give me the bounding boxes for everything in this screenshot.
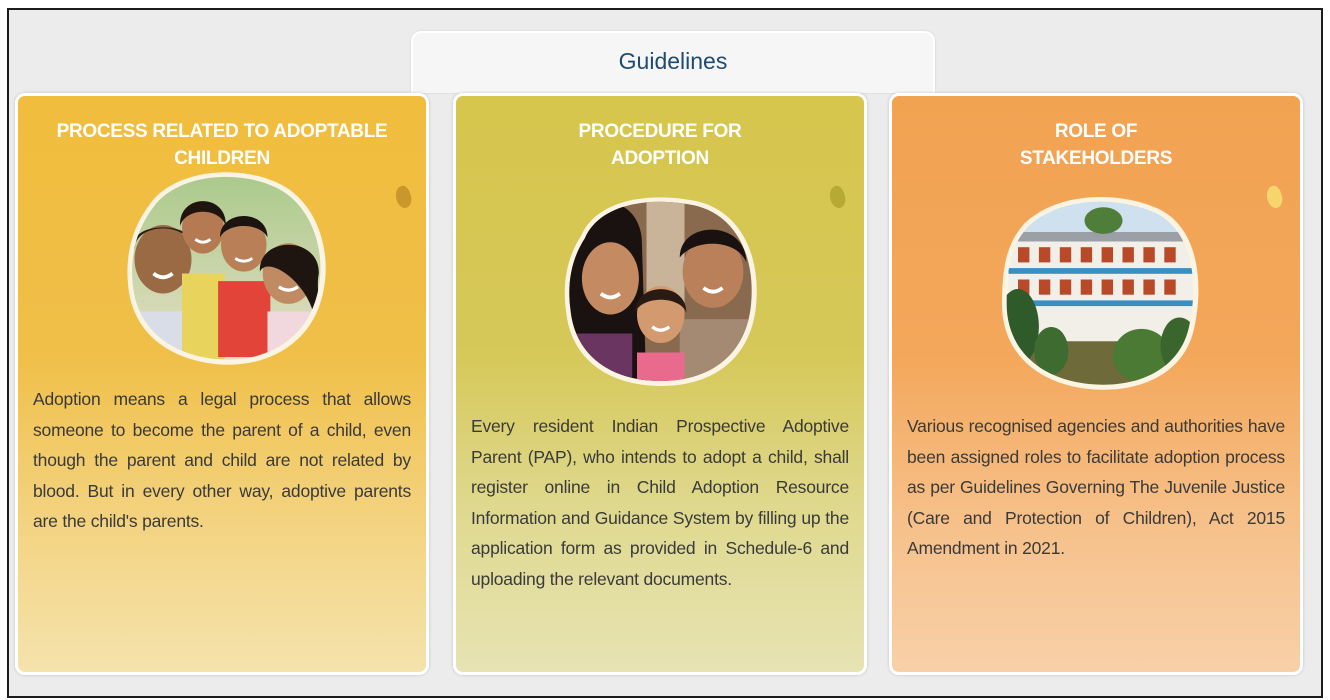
- tab-label: Guidelines: [618, 48, 728, 74]
- card-description: Adoption means a legal process that allo…: [33, 389, 411, 531]
- card-title: PROCEDURE FOR ADOPTION: [456, 118, 864, 172]
- leaf-icon: [392, 184, 415, 210]
- card-description: Various recognised agencies and authorit…: [907, 416, 1285, 558]
- card-description: Every resident Indian Prospective Adopti…: [471, 416, 849, 589]
- card-role-of-stakeholders[interactable]: ROLE OF STAKEHOLDERS Various recognised …: [889, 93, 1303, 675]
- leaf-icon: [1263, 184, 1286, 210]
- card-title-line1: PROCEDURE FOR: [578, 121, 742, 142]
- family-photo: [120, 164, 330, 374]
- card-process-related-to-adoptable-children[interactable]: PROCESS RELATED TO ADOPTABLE CHILDREN Ad…: [15, 93, 429, 675]
- leaf-icon: [826, 184, 849, 210]
- card-title-line2: ADOPTION: [611, 148, 709, 169]
- building-photo: [994, 189, 1204, 399]
- parents-with-girl-photo: [556, 186, 766, 396]
- card-procedure-for-adoption[interactable]: PROCEDURE FOR ADOPTION Every resident In…: [453, 93, 867, 675]
- card-title-line1: ROLE OF: [1054, 121, 1138, 142]
- card-title: ROLE OF STAKEHOLDERS: [892, 118, 1300, 172]
- card-title-line2: STAKEHOLDERS: [1019, 148, 1173, 169]
- tab-guidelines[interactable]: Guidelines: [411, 31, 935, 93]
